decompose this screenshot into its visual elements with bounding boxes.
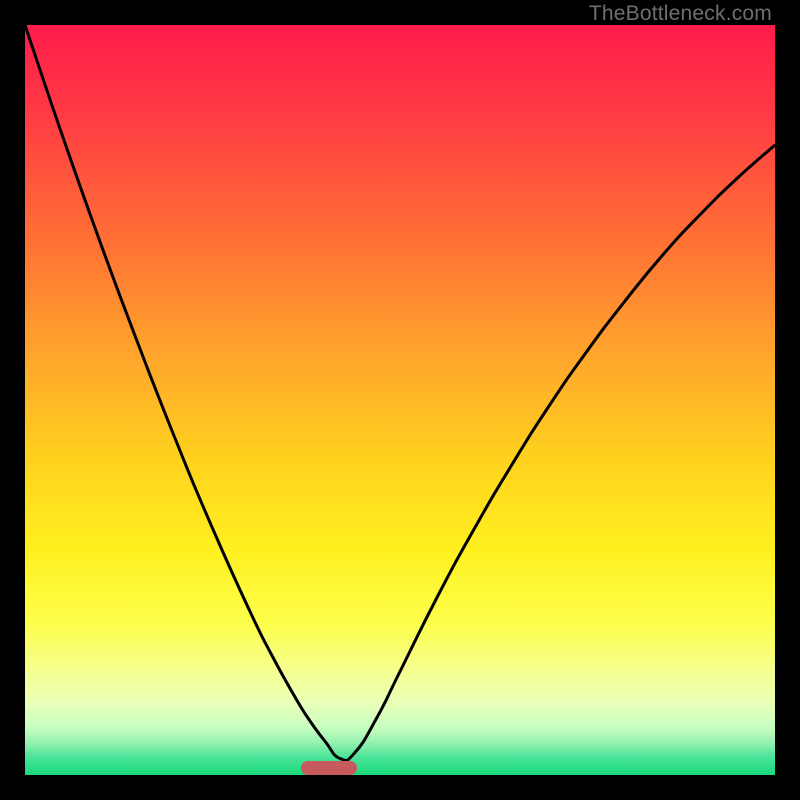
sweet-spot-marker (301, 761, 357, 775)
watermark-text: TheBottleneck.com (589, 2, 772, 26)
bottleneck-curve (25, 25, 775, 775)
plot-area (25, 25, 775, 775)
chart-frame: TheBottleneck.com (0, 0, 800, 800)
